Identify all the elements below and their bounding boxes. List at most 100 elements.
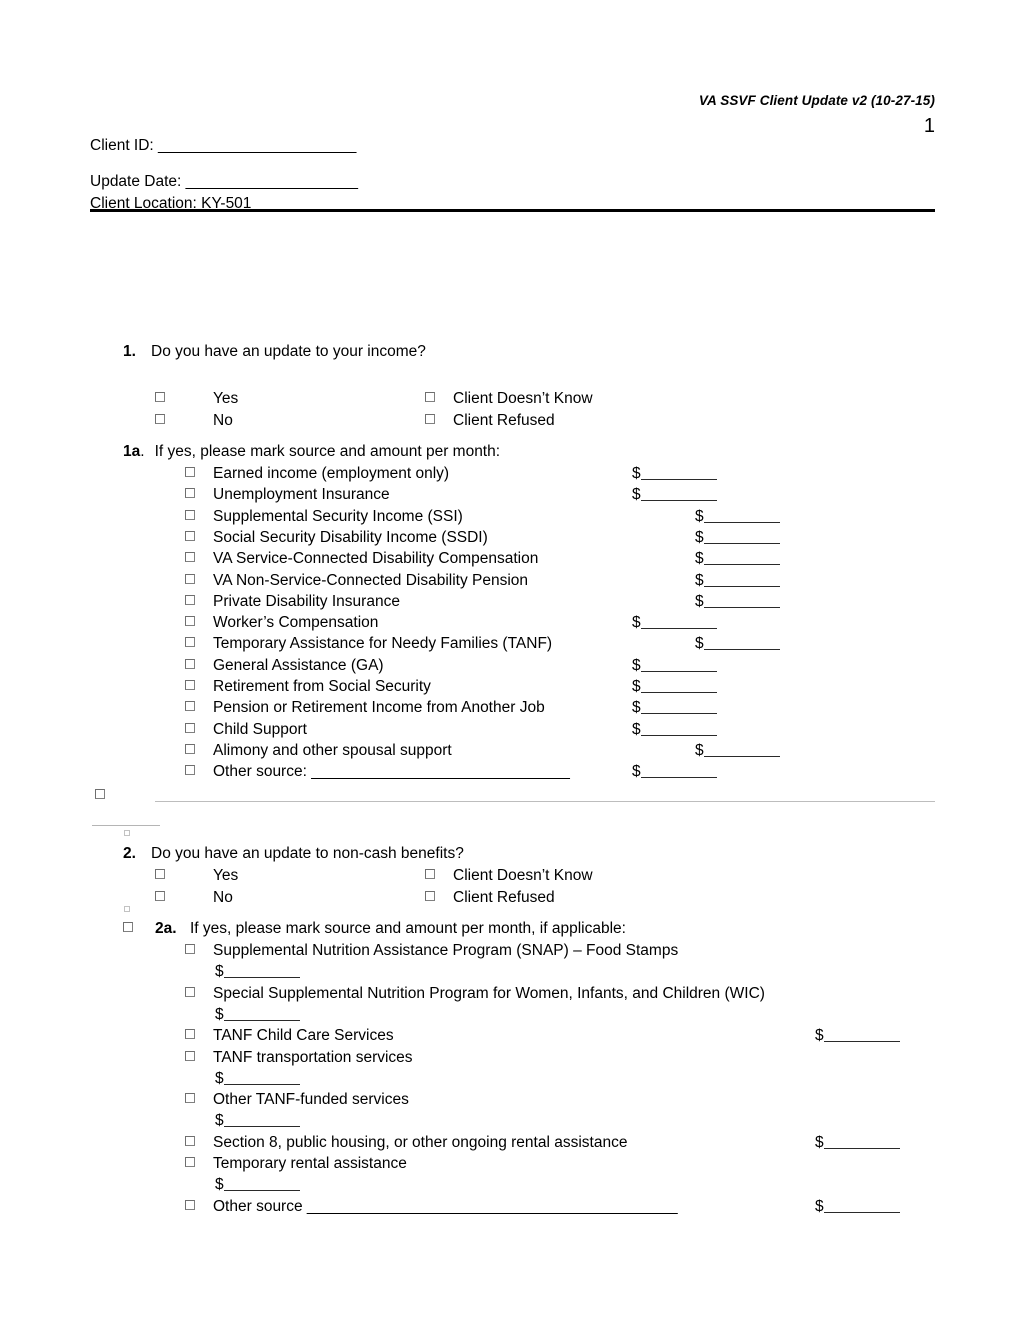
stray-tiny-checkbox-icon[interactable]: [124, 830, 130, 836]
checkbox-icon[interactable]: [185, 637, 195, 648]
amount-blank-line[interactable]: [703, 509, 780, 523]
option-label: Client Refused: [453, 412, 555, 429]
amount-blank-line[interactable]: [223, 1071, 300, 1085]
option-label: Yes: [213, 867, 239, 884]
amount-blank-line[interactable]: [640, 722, 717, 736]
checkbox-icon[interactable]: [155, 392, 165, 402]
benefit-amount-field[interactable]: $: [215, 1174, 300, 1195]
amount-blank-line[interactable]: [223, 965, 300, 979]
amount-blank-line[interactable]: [640, 615, 717, 630]
amount-blank-line[interactable]: [223, 1007, 300, 1021]
checkbox-icon[interactable]: [185, 1199, 195, 1210]
benefit-amount-field[interactable]: $: [815, 1132, 900, 1153]
income-amount-field[interactable]: $: [695, 570, 780, 591]
amount-blank-line[interactable]: [703, 551, 780, 566]
client-info-block: Client ID: _______________________ Updat…: [90, 135, 790, 215]
currency-symbol: $: [632, 678, 641, 695]
income-amount-field[interactable]: $: [632, 655, 717, 676]
currency-symbol: $: [632, 486, 641, 504]
question-2: 2. Do you have an update to non-cash bene…: [123, 843, 464, 864]
amount-blank-line[interactable]: [703, 530, 780, 544]
income-amount-field[interactable]: $: [632, 697, 717, 718]
income-amount-field[interactable]: $: [632, 761, 717, 782]
checkbox-icon[interactable]: [185, 986, 195, 997]
currency-symbol: $: [815, 1133, 824, 1151]
income-amount-field[interactable]: $: [632, 719, 717, 740]
checkbox-icon[interactable]: [185, 573, 195, 584]
income-amount-field[interactable]: $: [695, 548, 780, 569]
income-amount-field[interactable]: $: [695, 506, 780, 527]
amount-blank-line[interactable]: [823, 1135, 900, 1149]
checkbox-icon[interactable]: [185, 743, 195, 754]
income-amount-field[interactable]: $: [695, 591, 780, 612]
checkbox-icon[interactable]: [185, 1029, 195, 1040]
checkbox-icon[interactable]: [185, 1093, 195, 1104]
checkbox-icon[interactable]: [185, 680, 195, 690]
checkbox-icon[interactable]: [185, 722, 195, 733]
income-amount-field[interactable]: $: [695, 527, 780, 548]
income-amount-field[interactable]: $: [695, 633, 780, 654]
amount-blank-line[interactable]: [640, 658, 717, 672]
checkbox-icon[interactable]: [185, 594, 195, 605]
checkbox-icon[interactable]: [185, 552, 195, 563]
checkbox-icon[interactable]: [155, 869, 165, 879]
checkbox-icon[interactable]: [425, 891, 435, 901]
amount-blank-line[interactable]: [640, 488, 717, 502]
stray-checkbox-icon[interactable]: [95, 789, 105, 799]
checkbox-icon[interactable]: [185, 944, 195, 954]
checkbox-icon[interactable]: [185, 509, 195, 520]
question-1-number: 1.: [123, 343, 136, 360]
amount-blank-line[interactable]: [640, 466, 717, 480]
checkbox-icon[interactable]: [185, 1135, 195, 1146]
checkbox-icon[interactable]: [185, 1157, 195, 1167]
checkbox-icon[interactable]: [185, 1050, 195, 1061]
benefit-amount-field[interactable]: $: [215, 1068, 300, 1089]
checkbox-icon[interactable]: [425, 392, 435, 402]
currency-symbol: $: [815, 1197, 824, 1215]
amount-blank-line[interactable]: [823, 1199, 900, 1213]
checkbox-icon[interactable]: [185, 488, 195, 499]
checkbox-icon[interactable]: [425, 414, 435, 424]
income-source-label: Social Security Disability Income (SSDI): [213, 528, 488, 546]
checkbox-icon[interactable]: [425, 869, 435, 879]
document-page: VA SSVF Client Update v2 (10-27-15) 1 Cl…: [0, 0, 1020, 1320]
update-date-field[interactable]: Update Date: ____________________: [90, 171, 790, 193]
amount-blank-line[interactable]: [703, 594, 780, 608]
benefit-amount-field[interactable]: $: [215, 1110, 300, 1131]
income-amount-field[interactable]: $: [632, 676, 717, 697]
checkbox-icon[interactable]: [185, 765, 195, 776]
checkbox-icon[interactable]: [185, 658, 195, 669]
benefit-amount-field[interactable]: $: [815, 1196, 900, 1217]
amount-blank-line[interactable]: [640, 764, 717, 779]
amount-blank-line[interactable]: [223, 1178, 300, 1192]
currency-symbol: $: [632, 699, 641, 717]
checkbox-icon[interactable]: [185, 467, 195, 477]
question-2a-number: 2a.: [155, 920, 177, 937]
amount-blank-line[interactable]: [223, 1114, 300, 1128]
income-amount-field[interactable]: $: [632, 612, 717, 633]
amount-blank-line[interactable]: [703, 637, 780, 651]
income-amount-field[interactable]: $: [632, 484, 717, 505]
question-1-text: Do you have an update to your income?: [151, 343, 426, 360]
benefit-amount-field[interactable]: $: [215, 961, 300, 982]
stray-tiny-checkbox-icon[interactable]: [124, 906, 130, 912]
question-2a-checkbox-icon[interactable]: [123, 922, 133, 932]
checkbox-icon[interactable]: [185, 616, 195, 627]
checkbox-icon[interactable]: [155, 891, 165, 901]
amount-blank-line[interactable]: [640, 701, 717, 715]
amount-blank-line[interactable]: [640, 679, 717, 693]
amount-blank-line[interactable]: [703, 573, 780, 587]
amount-blank-line[interactable]: [703, 743, 780, 757]
income-amount-field[interactable]: $: [632, 463, 717, 484]
checkbox-icon[interactable]: [185, 530, 195, 541]
income-amount-field[interactable]: $: [695, 740, 780, 761]
amount-blank-line[interactable]: [823, 1028, 900, 1043]
income-source-label: Pension or Retirement Income from Anothe…: [213, 699, 545, 717]
option-label: No: [213, 889, 233, 906]
checkbox-icon[interactable]: [155, 414, 165, 424]
question-1a: 1a. If yes, please mark source and amount…: [123, 441, 500, 462]
checkbox-icon[interactable]: [185, 701, 195, 712]
benefit-amount-field[interactable]: $: [815, 1025, 900, 1046]
benefit-amount-field[interactable]: $: [215, 1004, 300, 1025]
client-id-field[interactable]: Client ID: _______________________: [90, 135, 790, 157]
